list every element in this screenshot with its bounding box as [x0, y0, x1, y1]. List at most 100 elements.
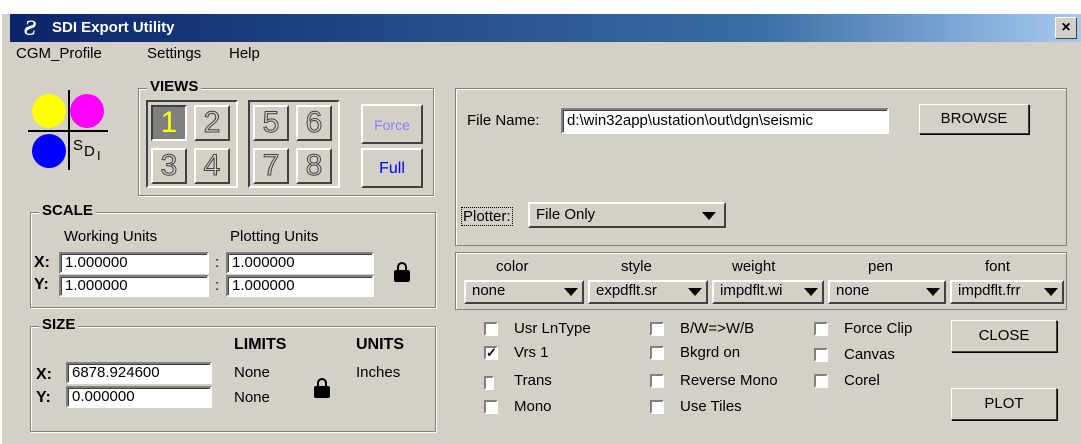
window-title: SDI Export Utility: [52, 19, 175, 36]
view-8-button[interactable]: 8: [296, 148, 332, 184]
title-bar[interactable]: Ƨ SDI Export Utility ×: [10, 14, 1081, 42]
chevron-down-icon: [564, 288, 578, 296]
size-x-limit: None: [234, 364, 270, 381]
vrs1-checkbox[interactable]: ✓: [484, 346, 498, 360]
color-header: color: [496, 258, 529, 275]
usr-lntype-label: Usr LnType: [514, 320, 591, 337]
pen-header: pen: [868, 258, 894, 275]
scale-x-label: X:: [34, 254, 50, 271]
plot-button[interactable]: PLOT: [951, 388, 1057, 420]
limits-header: LIMITS: [234, 336, 287, 353]
chevron-down-icon: [926, 288, 940, 296]
check-icon: ✓: [486, 345, 497, 360]
close-button[interactable]: CLOSE: [951, 320, 1057, 352]
plotter-select[interactable]: File Only: [528, 202, 726, 228]
scale-y-separator: :: [215, 277, 220, 294]
scale-y-plotting-input[interactable]: 1.000000: [226, 275, 374, 297]
plotter-label: Plotter:: [461, 207, 513, 226]
reverse-mono-checkbox[interactable]: [650, 374, 664, 388]
vrs1-label: Vrs 1: [514, 344, 549, 361]
file-name-label: File Name:: [467, 112, 540, 129]
menu-settings[interactable]: Settings: [147, 45, 201, 62]
size-title: SIZE: [39, 316, 79, 333]
logo-d: D: [84, 143, 95, 160]
chevron-down-icon: [1044, 288, 1058, 296]
font-select[interactable]: impdflt.frr: [950, 280, 1064, 304]
logo-h-line: [28, 130, 108, 132]
scale-title: SCALE: [39, 202, 96, 219]
trans-checkbox[interactable]: [484, 376, 494, 390]
reverse-mono-label: Reverse Mono: [680, 372, 778, 389]
file-name-input[interactable]: d:\win32app\ustation\out\dgn\seismic: [561, 108, 889, 134]
weight-select-value: impdflt.wi: [720, 282, 783, 299]
size-y-limit: None: [234, 389, 270, 406]
trans-label: Trans: [514, 372, 552, 389]
canvas-checkbox[interactable]: [814, 348, 828, 362]
force-clip-checkbox[interactable]: [814, 322, 828, 336]
menu-bar: CGM_Profile Settings Help: [10, 42, 1081, 66]
scale-x-working-input[interactable]: 1.000000: [59, 252, 209, 274]
font-select-value: impdflt.frr: [958, 282, 1021, 299]
chevron-down-icon: [688, 288, 702, 296]
use-tiles-checkbox[interactable]: [650, 400, 664, 414]
font-header: font: [985, 258, 1011, 275]
sdi-app-icon: Ƨ: [24, 15, 37, 40]
mono-checkbox[interactable]: [484, 400, 498, 414]
size-x-label: X:: [36, 366, 52, 383]
logo-i: I: [97, 148, 101, 163]
corel-label: Corel: [844, 372, 880, 389]
logo-blue-circle: [32, 134, 66, 168]
working-units-label: Working Units: [64, 228, 158, 245]
close-window-button[interactable]: ×: [1055, 17, 1077, 39]
bkgrd-on-checkbox[interactable]: [650, 346, 664, 360]
view-4-button[interactable]: 4: [194, 148, 230, 184]
weight-header: weight: [732, 258, 776, 275]
units-value: Inches: [356, 364, 401, 381]
view-2-button[interactable]: 2: [194, 105, 230, 141]
plotter-select-value: File Only: [536, 206, 596, 223]
units-header: UNITS: [356, 336, 404, 353]
scale-y-working-input[interactable]: 1.000000: [59, 275, 209, 297]
view-5-button[interactable]: 5: [253, 105, 289, 141]
menu-cgm-profile[interactable]: CGM_Profile: [16, 45, 102, 62]
bkgrd-on-label: Bkgrd on: [680, 344, 741, 361]
color-select-value: none: [472, 282, 506, 299]
corel-checkbox[interactable]: [814, 374, 828, 388]
pen-select-value: none: [836, 282, 870, 299]
plotting-units-label: Plotting Units: [230, 228, 319, 245]
canvas-label: Canvas: [844, 346, 895, 363]
size-x-input[interactable]: 6878.924600: [66, 362, 212, 384]
size-y-input[interactable]: 0.000000: [66, 386, 212, 408]
view-6-button[interactable]: 6: [296, 105, 332, 141]
chevron-down-icon: [702, 212, 716, 220]
style-header: style: [621, 258, 652, 275]
size-y-label: Y:: [36, 389, 51, 406]
view-1-button[interactable]: 1: [151, 105, 187, 141]
weight-select[interactable]: impdflt.wi: [712, 280, 824, 304]
menu-help[interactable]: Help: [229, 45, 260, 62]
use-tiles-label: Use Tiles: [680, 398, 742, 415]
browse-button[interactable]: BROWSE: [919, 104, 1029, 134]
size-lock-icon[interactable]: [314, 378, 330, 398]
color-select[interactable]: none: [464, 280, 584, 304]
mono-label: Mono: [514, 398, 552, 415]
views-title: VIEWS: [147, 78, 202, 95]
view-3-button[interactable]: 3: [151, 148, 187, 184]
pen-select[interactable]: none: [828, 280, 946, 304]
chevron-down-icon: [804, 288, 818, 296]
bw-invert-checkbox[interactable]: [650, 322, 664, 336]
scale-x-separator: :: [215, 254, 220, 271]
scale-x-plotting-input[interactable]: 1.000000: [226, 252, 374, 274]
full-button[interactable]: Full: [361, 148, 423, 188]
style-select[interactable]: expdflt.sr: [588, 280, 708, 304]
view-7-button[interactable]: 7: [253, 148, 289, 184]
force-clip-label: Force Clip: [844, 320, 913, 337]
usr-lntype-checkbox[interactable]: [484, 322, 498, 336]
logo-yellow-circle: [32, 94, 66, 128]
logo-s: S: [73, 137, 84, 154]
sdi-logo: S D I: [28, 90, 108, 170]
scale-y-label: Y:: [34, 276, 49, 293]
scale-lock-icon[interactable]: [394, 262, 410, 282]
force-button[interactable]: Force: [361, 104, 423, 144]
logo-magenta-circle: [70, 94, 104, 128]
